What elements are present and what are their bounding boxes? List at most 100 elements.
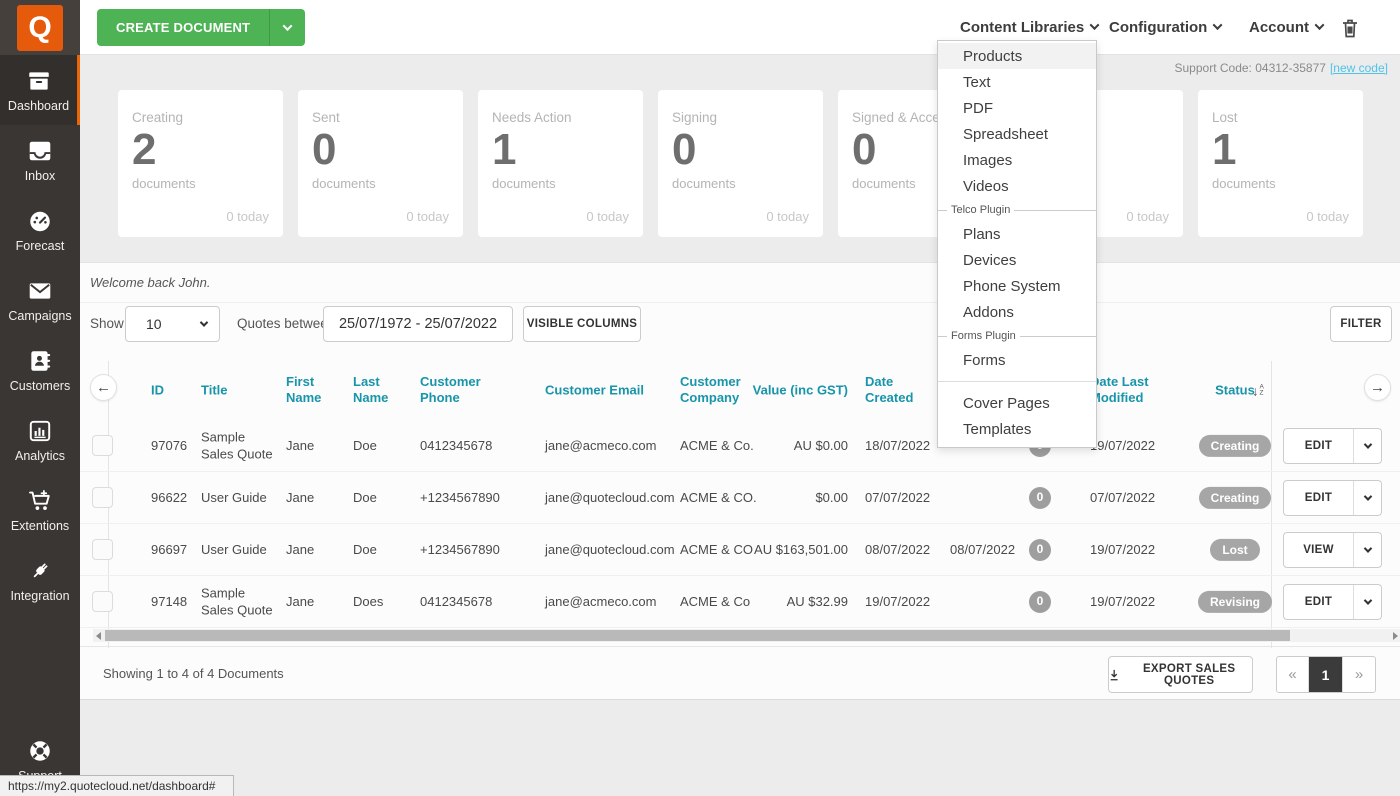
cell-id: 97148 — [151, 593, 188, 609]
row-action-label: VIEW — [1303, 544, 1334, 556]
sidebar-item-label: Customers — [9, 378, 71, 393]
menu-item-pdf[interactable]: PDF — [938, 95, 1096, 121]
chevron-down-icon — [1363, 492, 1372, 501]
sidebar-item-label: Inbox — [24, 168, 56, 183]
pagination-next-button[interactable]: » — [1343, 657, 1375, 692]
row-action-label: EDIT — [1304, 440, 1333, 452]
menu-item-text[interactable]: Text — [938, 69, 1096, 95]
menu-item-plans[interactable]: Plans — [938, 221, 1096, 247]
row-checkbox[interactable] — [92, 591, 113, 612]
scrollbar-right-arrow-icon[interactable] — [1390, 631, 1400, 640]
nav-account[interactable]: Account — [1249, 0, 1325, 55]
visible-columns-button[interactable]: VISIBLE COLUMNS — [523, 306, 641, 342]
cell-customer-email: jane@acmeco.com — [545, 593, 657, 609]
create-document-caret[interactable] — [269, 9, 305, 46]
row-action-caret[interactable] — [1353, 429, 1381, 463]
create-document-button[interactable]: CREATE DOCUMENT — [97, 9, 306, 46]
sidebar-item-forecast[interactable]: Forecast — [0, 195, 80, 265]
stat-card[interactable]: Sent 0 documents 0 today — [298, 90, 463, 237]
page-size-value: 10 — [146, 316, 162, 332]
menu-item-devices[interactable]: Devices — [938, 247, 1096, 273]
row-checkbox[interactable] — [92, 539, 113, 560]
documents-panel: Welcome back John. Show 10 Quotes betwee… — [80, 262, 1400, 700]
column-header-id[interactable]: ID — [151, 382, 191, 399]
sidebar-item-campaigns[interactable]: Campaigns — [0, 265, 80, 335]
menu-item-videos[interactable]: Videos — [938, 173, 1096, 199]
app-root: Q Dashboard Inbox Forecast Campaigns Cus… — [0, 0, 1400, 796]
nav-label: Content Libraries — [960, 19, 1085, 36]
row-checkbox[interactable] — [92, 435, 113, 456]
menu-item-spreadsheet[interactable]: Spreadsheet — [938, 121, 1096, 147]
export-sales-quotes-button[interactable]: EXPORT SALES QUOTES — [1108, 656, 1253, 693]
stat-card-value: 0 — [312, 125, 337, 174]
column-header-title[interactable]: Title — [201, 382, 273, 399]
menu-item-phone-system[interactable]: Phone System — [938, 273, 1096, 299]
chevron-down-icon — [1314, 19, 1325, 30]
scroll-left-button[interactable]: ← — [90, 374, 117, 401]
sidebar-item-integration[interactable]: Integration — [0, 545, 80, 615]
scroll-right-button[interactable]: → — [1364, 374, 1391, 401]
column-header-value[interactable]: Value (inc GST) — [740, 382, 848, 399]
pagination-prev-button[interactable]: « — [1277, 657, 1309, 692]
column-header-status[interactable]: Status — [1193, 382, 1277, 399]
table-header: ↓ A Z ID Title First Name Last Name Customer P… — [80, 361, 1400, 420]
cell-first-name: Jane — [286, 437, 315, 453]
extentions-icon — [27, 488, 53, 514]
sidebar-item-label: Analytics — [14, 448, 66, 463]
sidebar-item-analytics[interactable]: Analytics — [0, 405, 80, 475]
cell-customer-phone: 0412345678 — [420, 593, 493, 609]
page-size-select[interactable]: 10 — [125, 306, 220, 342]
cell-title: Sample Sales Quote — [201, 428, 273, 462]
column-header-phone[interactable]: Customer Phone — [420, 374, 492, 408]
chevron-down-icon — [1363, 596, 1372, 605]
cell-value: $0.00 — [815, 489, 848, 505]
new-code-link[interactable]: [new code] — [1330, 61, 1388, 75]
menu-item-cover-pages[interactable]: Cover Pages — [938, 390, 1096, 416]
pagination-page-1[interactable]: 1 — [1309, 657, 1343, 692]
row-action-caret[interactable] — [1353, 533, 1381, 567]
row-checkbox[interactable] — [92, 487, 113, 508]
stat-card-title: Needs Action — [492, 110, 572, 125]
column-header-last[interactable]: Last Name — [353, 374, 398, 408]
menu-item-images[interactable]: Images — [938, 147, 1096, 173]
column-header-email[interactable]: Customer Email — [545, 382, 680, 399]
sidebar-item-label: Dashboard — [7, 98, 70, 113]
horizontal-scrollbar[interactable] — [93, 629, 1400, 642]
support-icon — [27, 738, 53, 764]
row-action-button[interactable]: EDIT — [1283, 480, 1382, 516]
trash-icon[interactable] — [1338, 16, 1362, 40]
app-logo[interactable]: Q — [0, 0, 80, 55]
dashboard-icon — [26, 68, 52, 94]
sidebar-item-inbox[interactable]: Inbox — [0, 125, 80, 195]
stat-card[interactable]: Creating 2 documents 0 today — [118, 90, 283, 237]
sidebar-item-extentions[interactable]: Extentions — [0, 475, 80, 545]
stat-card-unit: documents — [672, 175, 736, 191]
column-header-created[interactable]: Date Created — [865, 374, 927, 408]
status-badge: Creating — [1198, 486, 1272, 509]
row-action-button[interactable]: VIEW — [1283, 532, 1382, 568]
stat-card[interactable]: Lost 1 documents 0 today — [1198, 90, 1363, 237]
stat-card[interactable]: Signing 0 documents 0 today — [658, 90, 823, 237]
filter-button[interactable]: FILTER — [1330, 306, 1392, 342]
row-action-caret[interactable] — [1353, 585, 1381, 619]
stat-card[interactable]: Needs Action 1 documents 0 today — [478, 90, 643, 237]
scrollbar-left-arrow-icon[interactable] — [93, 631, 103, 640]
nav-configuration[interactable]: Configuration — [1109, 0, 1223, 55]
chevron-down-icon — [1363, 440, 1372, 449]
menu-item-products[interactable]: Products — [938, 43, 1096, 69]
row-action-button[interactable]: EDIT — [1283, 428, 1382, 464]
cell-title: User Guide — [201, 541, 267, 557]
column-header-first[interactable]: First Name — [286, 374, 334, 408]
menu-item-addons[interactable]: Addons — [938, 299, 1096, 325]
row-action-button[interactable]: EDIT — [1283, 584, 1382, 620]
date-range-input[interactable] — [323, 306, 513, 342]
menu-item-forms[interactable]: Forms — [938, 347, 1096, 373]
sidebar-item-dashboard[interactable]: Dashboard — [0, 55, 80, 125]
menu-item-templates[interactable]: Templates — [938, 416, 1096, 442]
sidebar-item-customers[interactable]: Customers — [0, 335, 80, 405]
scrollbar-thumb[interactable] — [105, 630, 1290, 641]
table-row: 96697 User Guide Jane Doe +1234567890 ja… — [80, 524, 1400, 576]
stat-card-today: 0 today — [766, 209, 809, 224]
column-header-modified[interactable]: Date Last Modified — [1090, 374, 1160, 408]
row-action-caret[interactable] — [1353, 481, 1381, 515]
